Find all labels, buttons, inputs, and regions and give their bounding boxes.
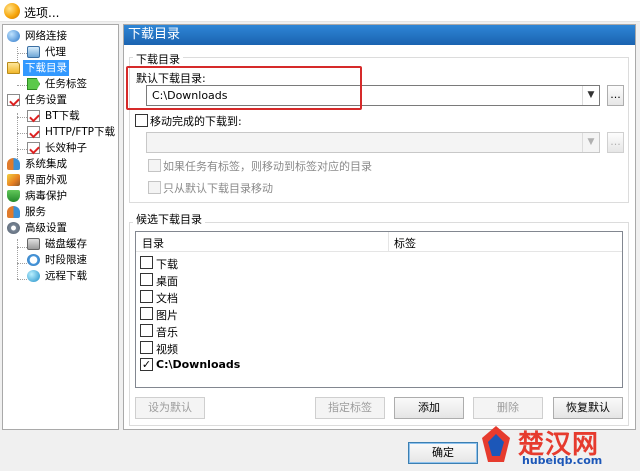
row-label: C:\Downloads (156, 358, 241, 371)
tree-connector (17, 117, 27, 118)
tree-connector (17, 247, 27, 248)
sidebar-item-label: HTTP/FTP下载 (45, 126, 116, 138)
move-completed-checkbox[interactable] (135, 114, 148, 127)
brush-icon (7, 174, 20, 186)
app-icon (4, 3, 20, 19)
download-dir-group-title: 下载目录 (133, 51, 183, 67)
tree-connector (17, 149, 27, 150)
sidebar-item-label: 高级设置 (25, 222, 67, 234)
sidebar-item-label: 下载目录 (23, 60, 69, 76)
title-bar: 选项... (0, 0, 640, 22)
highlight-annotation (126, 66, 362, 110)
column-header-dir[interactable]: 目录 (142, 235, 164, 251)
sidebar-item-label: 网络连接 (25, 30, 67, 42)
move-by-tag-checkbox[interactable] (148, 159, 161, 172)
row-label: 下载 (156, 258, 178, 271)
people-icon (7, 158, 20, 170)
sidebar-item-label: 系统集成 (25, 158, 67, 170)
row-checkbox[interactable] (140, 256, 153, 269)
ok-button[interactable]: 确定 (408, 442, 478, 464)
tree-connector (17, 263, 27, 264)
row-checkbox[interactable] (140, 307, 153, 320)
sidebar-item-label: 时段限速 (45, 254, 87, 266)
bt-icon (27, 110, 40, 122)
sidebar-item-label: 远程下载 (45, 270, 87, 282)
settings-tree: 网络连接 代理 下载目录 任务标签 任务设置 BT下载 HTTP/FTP下载 长… (2, 24, 119, 430)
tree-connector (17, 133, 27, 134)
proxy-icon (27, 46, 40, 58)
watermark: 楚汉网 hubeiqb.com (478, 424, 638, 470)
candidate-dirs-list[interactable]: 目录 标签 下载 桌面 文档 图片 音乐 视频 ✓ C:\Downloads (135, 231, 623, 388)
row-checkbox[interactable] (140, 290, 153, 303)
panel-title: 下载目录 (124, 25, 635, 45)
globe-icon (7, 30, 20, 42)
gear-icon (7, 222, 20, 234)
sidebar-item-label: 磁盘缓存 (45, 238, 87, 250)
list-header: 目录 标签 (136, 232, 622, 252)
folder-icon (7, 62, 20, 74)
tag-icon (27, 78, 40, 90)
row-label: 视频 (156, 343, 178, 356)
watermark-url: hubeiqb.com (522, 454, 603, 467)
sidebar-item-label: 病毒保护 (25, 190, 67, 202)
column-divider[interactable] (388, 232, 389, 252)
people-icon (7, 206, 20, 218)
seed-icon (27, 142, 40, 154)
chevron-down-icon[interactable]: ▼ (582, 86, 599, 105)
only-default-checkbox[interactable] (148, 181, 161, 194)
column-header-tag[interactable]: 标签 (394, 235, 416, 251)
sidebar-item-label: 任务标签 (45, 78, 87, 90)
tree-connector (17, 85, 27, 86)
move-completed-browse-button[interactable]: ... (607, 132, 624, 153)
add-button[interactable]: 添加 (394, 397, 464, 419)
row-label: 桌面 (156, 275, 178, 288)
row-label: 文档 (156, 292, 178, 305)
tree-connector (17, 113, 18, 161)
window-title: 选项... (24, 6, 60, 20)
row-checkbox[interactable] (140, 324, 153, 337)
sidebar-item-label: 服务 (25, 206, 46, 218)
disk-icon (27, 238, 40, 250)
clock-icon (27, 254, 40, 266)
remote-icon (27, 270, 40, 282)
shield-icon (7, 190, 20, 202)
row-checkbox-checked[interactable]: ✓ (140, 358, 153, 371)
sidebar-item-label: 长效种子 (45, 142, 87, 154)
task-settings-icon (7, 94, 20, 106)
candidate-dirs-group-title: 候选下载目录 (133, 211, 205, 227)
set-default-button[interactable]: 设为默认 (135, 397, 205, 419)
row-label: 图片 (156, 309, 178, 322)
sidebar-item-label: BT下载 (45, 110, 80, 122)
row-checkbox[interactable] (140, 273, 153, 286)
http-icon (27, 126, 40, 138)
watermark-logo (482, 426, 510, 462)
move-completed-combo[interactable]: ▼ (146, 132, 600, 153)
row-label: 音乐 (156, 326, 178, 339)
sidebar-item-label: 代理 (45, 46, 66, 58)
move-completed-label: 移动完成的下载到: (150, 115, 242, 128)
chevron-down-icon[interactable]: ▼ (582, 133, 599, 152)
tree-connector (17, 279, 27, 280)
tree-connector (17, 53, 27, 54)
only-default-label: 只从默认下载目录移动 (163, 182, 273, 195)
row-checkbox[interactable] (140, 341, 153, 354)
default-dir-browse-button[interactable]: ... (607, 85, 624, 106)
tree-connector (17, 239, 18, 279)
sidebar-item-label: 任务设置 (25, 94, 67, 106)
sidebar-item-label: 界面外观 (25, 174, 67, 186)
restore-default-button[interactable]: 恢复默认 (553, 397, 623, 419)
delete-button[interactable]: 删除 (473, 397, 543, 419)
move-by-tag-label: 如果任务有标签，则移动到标签对应的目录 (163, 160, 372, 173)
assign-tag-button[interactable]: 指定标签 (315, 397, 385, 419)
